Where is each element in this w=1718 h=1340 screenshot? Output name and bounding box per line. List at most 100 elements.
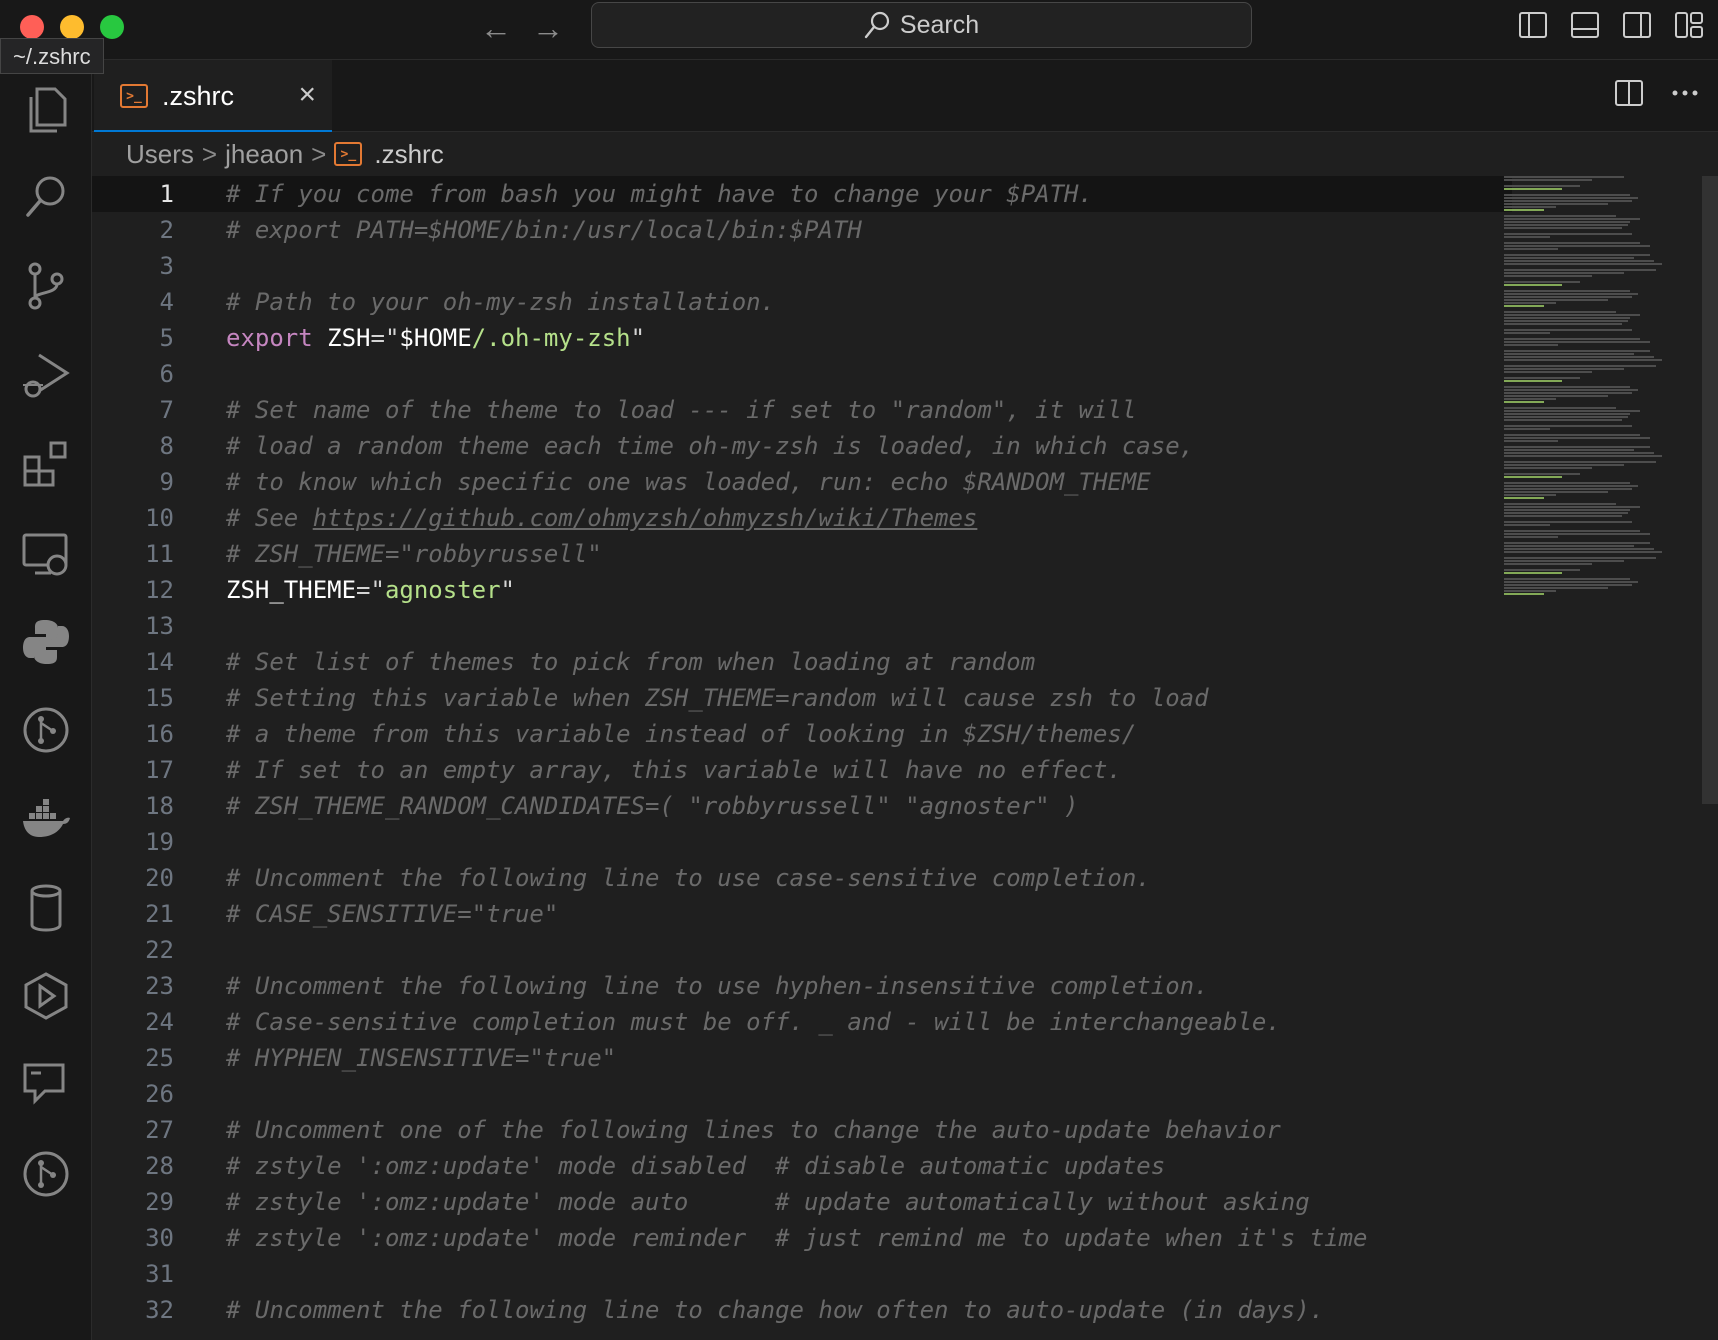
code-line[interactable]: 26 bbox=[92, 1076, 1512, 1112]
minimap-line bbox=[1504, 563, 1592, 565]
code-line[interactable]: 13 bbox=[92, 608, 1512, 644]
run-debug-icon[interactable] bbox=[18, 348, 74, 404]
minimap-line bbox=[1504, 242, 1640, 244]
search-icon[interactable] bbox=[18, 170, 74, 226]
more-actions-icon[interactable] bbox=[1670, 78, 1700, 108]
back-arrow-icon[interactable]: ← bbox=[480, 8, 512, 48]
code-line[interactable]: 23 # Uncomment the following line to use … bbox=[92, 968, 1512, 1004]
code-editor[interactable]: 1 # If you come from bash you might have … bbox=[92, 176, 1512, 1328]
minimap-line bbox=[1504, 533, 1650, 535]
minimap-line bbox=[1504, 317, 1630, 319]
code-line[interactable]: 8 # load a random theme each time oh-my-z… bbox=[92, 428, 1512, 464]
minimap-line bbox=[1504, 320, 1628, 322]
line-text: # Path to your oh-my-zsh installation. bbox=[226, 288, 776, 316]
code-line[interactable]: 32 # Uncomment the following line to chan… bbox=[92, 1292, 1512, 1328]
git-graph-icon[interactable] bbox=[18, 702, 74, 758]
search-icon bbox=[864, 11, 889, 39]
code-line[interactable]: 24 # Case-sensitive completion must be of… bbox=[92, 1004, 1512, 1040]
customize-layout-icon[interactable] bbox=[1674, 10, 1704, 40]
toggle-secondary-sidebar-icon[interactable] bbox=[1622, 10, 1652, 40]
code-line[interactable]: 5 export ZSH="$HOME/.oh-my-zsh" bbox=[92, 320, 1512, 356]
code-line[interactable]: 20 # Uncomment the following line to use … bbox=[92, 860, 1512, 896]
code-line[interactable]: 29 # zstyle ':omz:update' mode auto # upd… bbox=[92, 1184, 1512, 1220]
code-line[interactable]: 15 # Setting this variable when ZSH_THEME… bbox=[92, 680, 1512, 716]
chat-icon[interactable] bbox=[18, 1056, 74, 1112]
code-line[interactable]: 18 # ZSH_THEME_RANDOM_CANDIDATES=( "robby… bbox=[92, 788, 1512, 824]
code-line[interactable]: 4 # Path to your oh-my-zsh installation. bbox=[92, 284, 1512, 320]
maximize-window-button[interactable] bbox=[100, 15, 124, 39]
code-line[interactable]: 9 # to know which specific one was loaded… bbox=[92, 464, 1512, 500]
minimap-line bbox=[1504, 515, 1622, 517]
breadcrumb-jheaon[interactable]: jheaon bbox=[225, 139, 303, 170]
forward-arrow-icon[interactable]: → bbox=[532, 8, 564, 48]
code-line[interactable]: 14 # Set list of themes to pick from when… bbox=[92, 644, 1512, 680]
code-line[interactable]: 27 # Uncomment one of the following lines… bbox=[92, 1112, 1512, 1148]
title-bar: ← → Search bbox=[0, 0, 1718, 60]
code-line[interactable]: 1 # If you come from bash you might have … bbox=[92, 176, 1512, 212]
minimap-line bbox=[1504, 206, 1556, 208]
line-number: 12 bbox=[145, 576, 174, 604]
minimap-line bbox=[1504, 410, 1640, 412]
line-number: 2 bbox=[159, 216, 174, 244]
docker-icon[interactable] bbox=[18, 792, 74, 848]
minimap-line bbox=[1504, 275, 1592, 277]
code-line[interactable]: 25 # HYPHEN_INSENSITIVE="true" bbox=[92, 1040, 1512, 1076]
breadcrumb-zshrc[interactable]: .zshrc bbox=[374, 139, 443, 170]
close-icon[interactable]: × bbox=[298, 80, 316, 110]
line-number: 8 bbox=[159, 432, 174, 460]
line-number: 19 bbox=[145, 828, 174, 856]
kubernetes-icon[interactable] bbox=[18, 968, 74, 1024]
toggle-primary-sidebar-icon[interactable] bbox=[1518, 10, 1548, 40]
minimap-line bbox=[1504, 551, 1662, 553]
code-line[interactable]: 11 # ZSH_THEME="robbyrussell" bbox=[92, 536, 1512, 572]
database-icon[interactable] bbox=[18, 880, 74, 936]
breadcrumb-users[interactable]: Users bbox=[126, 139, 194, 170]
remote-explorer-icon[interactable] bbox=[18, 526, 74, 582]
tab-zshrc[interactable]: >_ .zshrc × bbox=[94, 60, 332, 132]
line-text: # Set name of the theme to load --- if s… bbox=[226, 396, 1137, 424]
code-line[interactable]: 30 # zstyle ':omz:update' mode reminder #… bbox=[92, 1220, 1512, 1256]
line-text: # zstyle ':omz:update' mode auto # updat… bbox=[226, 1188, 1310, 1216]
extensions-icon[interactable] bbox=[18, 436, 74, 492]
code-line[interactable]: 10 # See https://github.com/ohmyzsh/ohmyz… bbox=[92, 500, 1512, 536]
git-lens-icon[interactable] bbox=[18, 1146, 74, 1202]
activity-bar bbox=[0, 60, 92, 1340]
line-text: # export PATH=$HOME/bin:/usr/local/bin:$… bbox=[226, 216, 862, 244]
code-line[interactable]: 16 # a theme from this variable instead o… bbox=[92, 716, 1512, 752]
code-line[interactable]: 19 bbox=[92, 824, 1512, 860]
code-line[interactable]: 17 # If set to an empty array, this varia… bbox=[92, 752, 1512, 788]
split-editor-icon[interactable] bbox=[1614, 78, 1644, 108]
line-number: 1 bbox=[159, 180, 174, 208]
line-text: # If set to an empty array, this variabl… bbox=[226, 756, 1122, 784]
minimap-line bbox=[1504, 377, 1580, 379]
code-line[interactable]: 3 bbox=[92, 248, 1512, 284]
minimap-line bbox=[1504, 332, 1550, 334]
close-window-button[interactable] bbox=[20, 15, 44, 39]
minimap[interactable] bbox=[1504, 176, 1684, 1340]
code-line[interactable]: 21 # CASE_SENSITIVE="true" bbox=[92, 896, 1512, 932]
line-number: 22 bbox=[145, 936, 174, 964]
line-text: # CASE_SENSITIVE="true" bbox=[226, 900, 559, 928]
vertical-scrollbar[interactable] bbox=[1702, 176, 1718, 804]
minimap-line bbox=[1504, 227, 1622, 229]
python-icon[interactable] bbox=[18, 614, 74, 670]
minimap-line bbox=[1504, 314, 1640, 316]
toggle-panel-icon[interactable] bbox=[1570, 10, 1600, 40]
code-line[interactable]: 2 # export PATH=$HOME/bin:/usr/local/bin:… bbox=[92, 212, 1512, 248]
minimap-line bbox=[1504, 590, 1556, 592]
minimap-line bbox=[1504, 197, 1638, 199]
minimap-line bbox=[1504, 530, 1640, 532]
explorer-icon[interactable] bbox=[18, 82, 74, 138]
code-line[interactable]: 6 bbox=[92, 356, 1512, 392]
code-line[interactable]: 28 # zstyle ':omz:update' mode disabled #… bbox=[92, 1148, 1512, 1184]
code-line[interactable]: 31 bbox=[92, 1256, 1512, 1292]
code-line[interactable]: 7 # Set name of the theme to load --- if … bbox=[92, 392, 1512, 428]
command-center-search[interactable]: Search bbox=[591, 2, 1252, 48]
source-control-icon[interactable] bbox=[18, 258, 74, 314]
minimap-line bbox=[1504, 185, 1580, 187]
line-number: 9 bbox=[159, 468, 174, 496]
minimap-line bbox=[1504, 302, 1556, 304]
code-line[interactable]: 12 ZSH_THEME="agnoster" bbox=[92, 572, 1512, 608]
code-line[interactable]: 22 bbox=[92, 932, 1512, 968]
minimize-window-button[interactable] bbox=[60, 15, 84, 39]
